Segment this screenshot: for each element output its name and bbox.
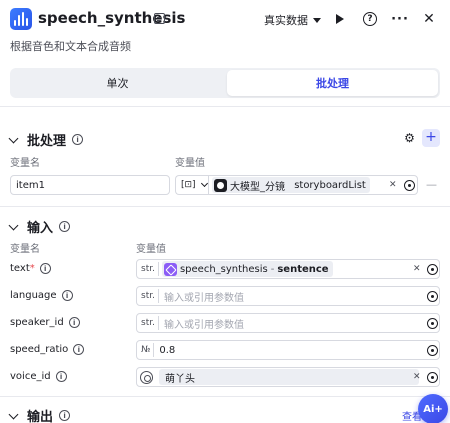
param-voice-id-input[interactable]: 萌丫头 ✕ xyxy=(136,367,440,387)
ai-assistant-button[interactable]: Ai+ xyxy=(418,394,448,423)
param-language-label: language i xyxy=(10,290,73,301)
play-button[interactable] xyxy=(332,11,348,27)
output-section-title: 输出 xyxy=(27,410,54,423)
batch-section-title: 批处理 xyxy=(27,134,67,149)
info-icon[interactable]: i xyxy=(59,221,71,232)
divider xyxy=(0,396,450,397)
speech-node-icon xyxy=(163,262,177,276)
node-description: 根据音色和文本合成音频 xyxy=(10,40,131,53)
reference-icon[interactable] xyxy=(427,372,438,383)
more-button[interactable]: ··· xyxy=(391,11,408,27)
param-speaker-id-input[interactable]: str. 输入或引用参数值 xyxy=(136,313,440,333)
voice-icon xyxy=(140,370,153,384)
batch-ref-chip: 大模型_分镜 storyboardList xyxy=(212,177,370,193)
chevron-down-icon xyxy=(8,220,19,230)
info-icon[interactable]: i xyxy=(73,344,85,355)
chevron-down-icon xyxy=(8,409,19,419)
batch-ref-variable: storyboardList xyxy=(294,179,366,191)
text-ref-chip: speech_synthesis - sentence xyxy=(161,261,333,277)
info-icon[interactable]: i xyxy=(55,371,67,382)
help-button[interactable]: ? xyxy=(362,11,378,27)
tab-single[interactable]: 单次 xyxy=(12,70,223,96)
batch-ref-node: 大模型_分镜 xyxy=(230,181,285,193)
reference-icon[interactable] xyxy=(427,318,438,329)
param-speaker-id-label: speaker_id i xyxy=(10,317,80,328)
divider xyxy=(0,106,450,107)
chevron-down-icon xyxy=(8,133,19,143)
param-text-input[interactable]: str. speech_synthesis - sentence ✕ xyxy=(136,259,440,279)
param-language-input[interactable]: str. 输入或引用参数值 xyxy=(136,286,440,306)
clear-icon[interactable]: ✕ xyxy=(413,264,421,274)
batch-section-header[interactable]: 批处理 i xyxy=(8,130,84,149)
play-icon xyxy=(336,14,344,24)
input-section-title: 输入 xyxy=(27,221,54,236)
add-batch-button[interactable]: + xyxy=(422,129,440,147)
data-mode-dropdown[interactable]: 真实数据 xyxy=(264,12,321,28)
param-speed-ratio-label: speed_ratio i xyxy=(10,344,85,355)
clear-icon[interactable]: ✕ xyxy=(413,372,421,382)
copy-icon[interactable] xyxy=(154,13,165,24)
input-section-header[interactable]: 输入 i xyxy=(8,217,71,236)
reference-icon[interactable] xyxy=(427,264,438,275)
batch-name-value: item1 xyxy=(16,179,45,191)
clear-icon[interactable]: ✕ xyxy=(389,180,397,190)
reference-icon[interactable] xyxy=(427,345,438,356)
param-text-label: text* i xyxy=(10,263,51,274)
mode-tabs: 单次 批处理 xyxy=(10,68,440,98)
type-tag: str. xyxy=(137,316,159,330)
param-speed-ratio-input[interactable]: № 0.8 xyxy=(136,340,440,360)
type-tag: str. xyxy=(137,289,159,303)
info-icon[interactable]: i xyxy=(72,134,84,145)
output-section-header[interactable]: 输出 i xyxy=(8,406,71,423)
caret-down-icon xyxy=(313,17,321,23)
reference-icon[interactable] xyxy=(427,291,438,302)
input-col-value: 变量值 xyxy=(136,244,166,255)
info-icon[interactable]: i xyxy=(59,410,71,421)
number-type-tag: № xyxy=(137,343,155,357)
batch-col-value: 变量值 xyxy=(175,158,205,169)
data-mode-label: 真实数据 xyxy=(264,14,308,27)
type-tag: str. xyxy=(137,262,159,276)
batch-value-ref[interactable]: 大模型_分镜 storyboardList ✕ xyxy=(208,175,418,195)
tab-batch[interactable]: 批处理 xyxy=(227,70,438,96)
reference-icon[interactable] xyxy=(404,180,415,191)
info-icon[interactable]: i xyxy=(61,290,73,301)
batch-col-name: 变量名 xyxy=(10,158,40,169)
batch-name-input[interactable]: item1 xyxy=(10,175,170,195)
audio-wave-icon xyxy=(10,8,32,30)
remove-row-button[interactable]: — xyxy=(426,178,437,191)
info-icon[interactable]: i xyxy=(39,263,51,274)
input-col-name: 变量名 xyxy=(10,244,40,255)
info-icon[interactable]: i xyxy=(68,317,80,328)
llm-node-icon xyxy=(214,178,227,192)
question-icon: ? xyxy=(363,12,377,26)
param-voice-id-label: voice_id i xyxy=(10,371,67,382)
array-type-icon: [⊡] xyxy=(181,180,196,190)
close-button[interactable]: ✕ xyxy=(421,11,437,27)
divider xyxy=(0,206,450,207)
chevron-down-icon xyxy=(200,179,208,188)
node-header: speech_synthesis 根据音色和文本合成音频 真实数据 ? ··· … xyxy=(0,0,450,62)
gear-icon[interactable]: ⚙ xyxy=(403,132,416,145)
voice-chip: 萌丫头 xyxy=(159,369,419,385)
